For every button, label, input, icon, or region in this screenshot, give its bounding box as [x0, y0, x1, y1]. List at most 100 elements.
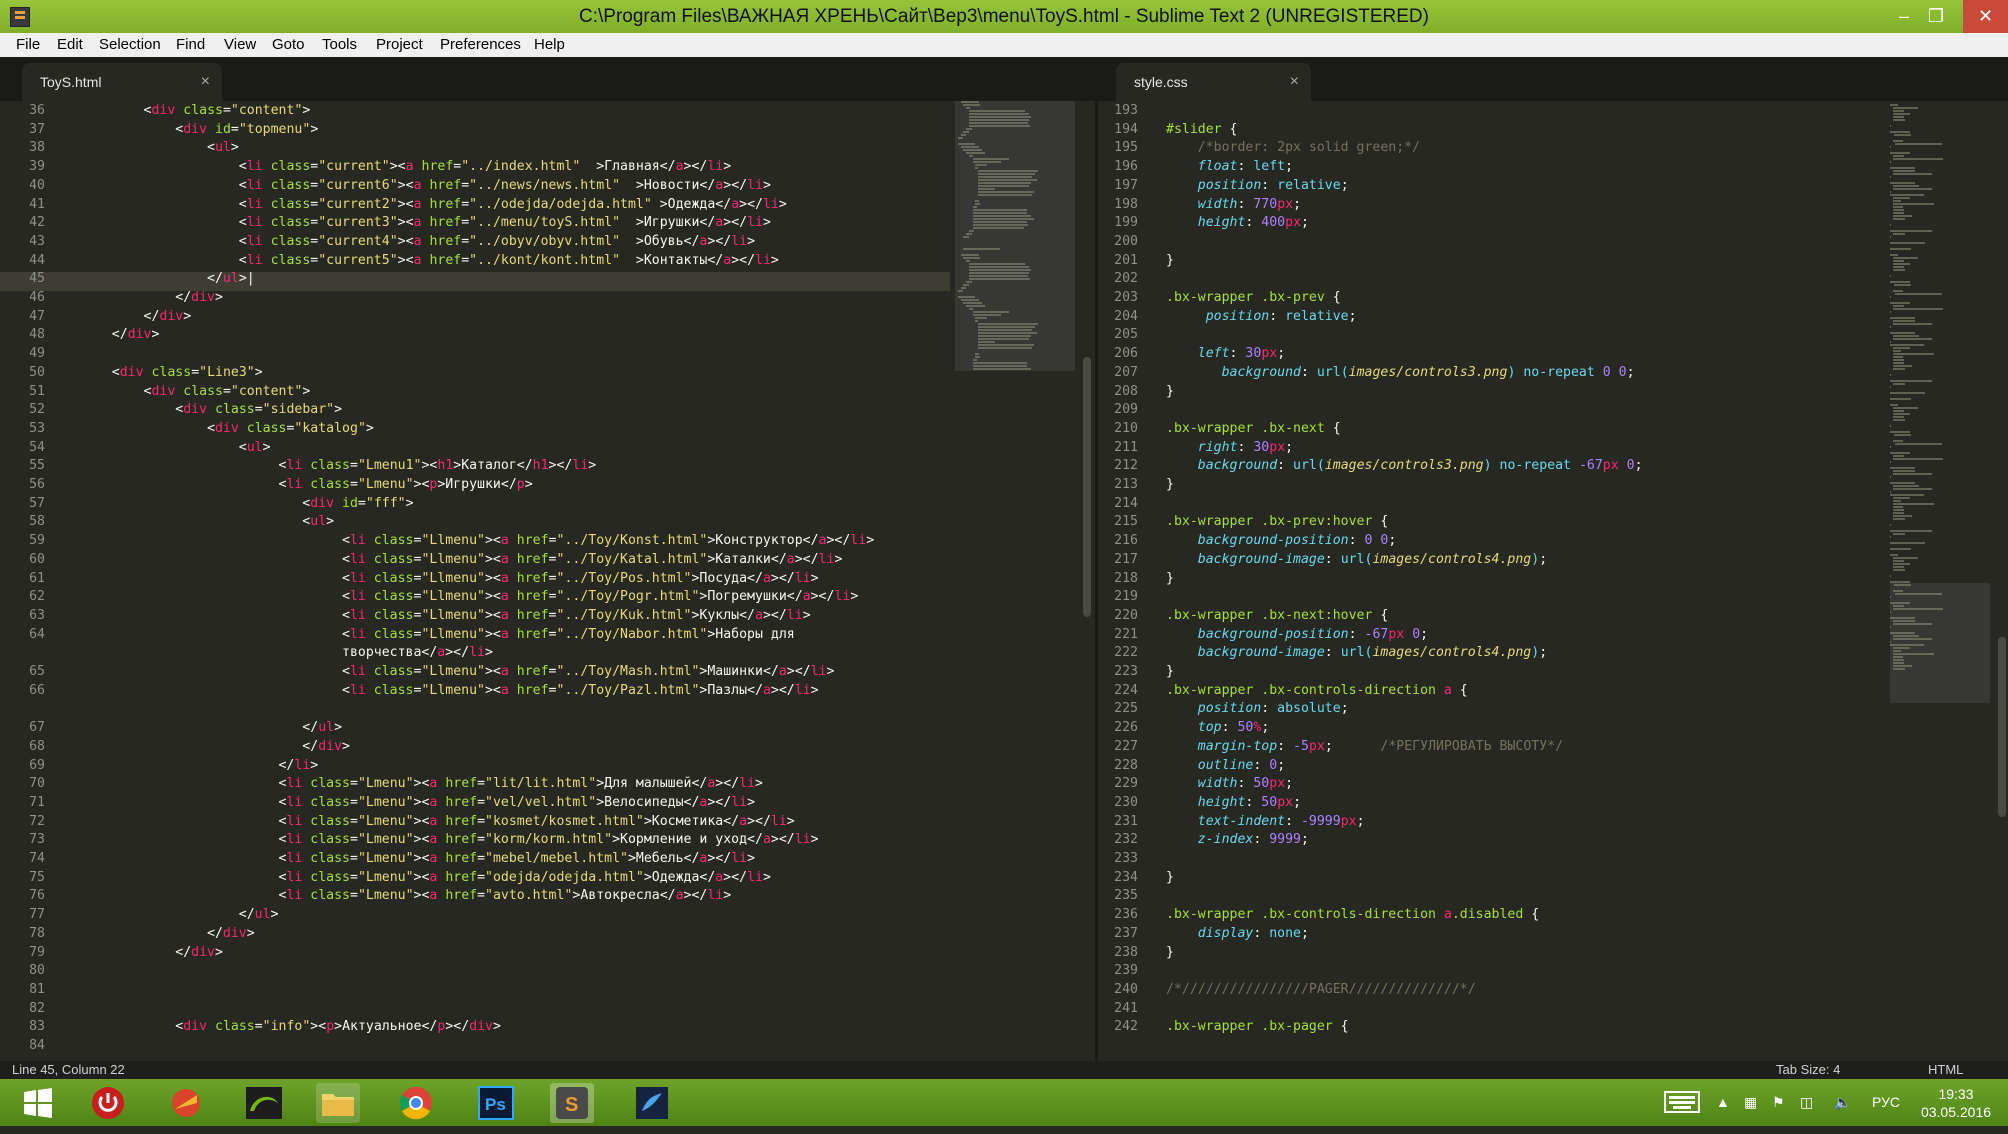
power-app-icon[interactable] — [86, 1083, 130, 1123]
code-token: { — [1372, 607, 1389, 623]
code-token: >< — [484, 664, 501, 679]
code-token: "vel/vel.html" — [485, 794, 597, 810]
code-token: li — [818, 551, 835, 567]
code-token: = — [222, 103, 231, 118]
code-token: href — [516, 589, 549, 605]
windows-flag-icon[interactable]: ▦ — [1744, 1079, 1757, 1126]
file-explorer-icon[interactable] — [316, 1083, 360, 1123]
code-token: url( — [1316, 364, 1349, 380]
syntax-mode[interactable]: HTML — [1928, 1061, 1963, 1079]
code-token: </ — [80, 907, 255, 923]
right-code-view[interactable]: 193 194 #slider {195 /*border: 2px solid g… — [1098, 101, 2008, 1061]
tab-size[interactable]: Tab Size: 4 — [1776, 1061, 1840, 1079]
app-blue-icon[interactable] — [630, 1083, 674, 1123]
tab-toys-html[interactable]: ToyS.html × — [22, 63, 222, 101]
minimap-line — [1892, 116, 1905, 118]
code-token: ></ — [683, 888, 708, 904]
line-number: 227 — [1114, 738, 1138, 754]
code-token: < — [80, 832, 287, 848]
code-token: li — [349, 570, 366, 586]
minimap-line — [1890, 446, 1891, 448]
code-token: 0 — [1602, 364, 1611, 380]
code-token: 0 — [1412, 626, 1421, 642]
code-token: : — [1237, 159, 1254, 175]
line-number: 61 — [29, 570, 45, 586]
start-button[interactable] — [16, 1083, 60, 1123]
minimap-line — [1892, 608, 1944, 610]
code-token: ></ — [794, 551, 819, 567]
code-token: = — [349, 851, 358, 866]
line-number: 79 — [29, 944, 45, 960]
menu-selection[interactable]: Selection — [99, 33, 161, 57]
minimap-line — [960, 299, 980, 301]
menu-goto[interactable]: Goto — [272, 33, 305, 57]
cursor-position[interactable]: Line 45, Column 22 — [12, 1061, 125, 1079]
code-token: div — [318, 738, 343, 754]
network-icon[interactable]: ◫ — [1800, 1079, 1813, 1126]
code-text: <li class="current4"><a href="../obyv/ob… — [80, 232, 755, 251]
close-tab-icon[interactable]: × — [201, 63, 210, 101]
ccleaner-icon[interactable] — [164, 1083, 208, 1123]
code-token: : — [1253, 925, 1270, 941]
close-button[interactable]: ✕ — [1963, 0, 2008, 33]
minimap-line — [960, 146, 980, 148]
code-token: ; — [1340, 177, 1349, 193]
code-token: li — [739, 776, 756, 792]
code-token: "mebel/mebel.html" — [485, 851, 628, 866]
show-hidden-icons-icon[interactable]: ▲ — [1716, 1079, 1730, 1126]
code-token: >Куклы</ — [691, 607, 756, 623]
left-minimap[interactable] — [955, 101, 1085, 1061]
menu-tools[interactable]: Tools — [322, 33, 357, 57]
clock[interactable]: 19:33 03.05.2016 — [1918, 1079, 1994, 1126]
minimap-viewport[interactable] — [1890, 583, 1990, 703]
line-number: 49 — [29, 346, 45, 362]
left-scrollbar[interactable] — [1083, 357, 1091, 617]
sublime-text-taskbar-icon[interactable]: S — [550, 1083, 594, 1123]
minimap-line — [1890, 311, 1891, 313]
minimap-line — [1890, 404, 1899, 406]
menu-preferences[interactable]: Preferences — [440, 33, 521, 57]
close-tab-icon[interactable]: × — [1290, 63, 1299, 101]
code-token: href — [429, 196, 462, 212]
menu-project[interactable]: Project — [376, 33, 423, 57]
menu-file[interactable]: File — [16, 33, 40, 57]
right-pane: style.css × 193 194 #slider {195 /*border:… — [1098, 57, 2008, 1061]
code-token: href — [445, 794, 478, 810]
input-language[interactable]: РУС — [1872, 1079, 1900, 1126]
line-number: 200 — [1114, 233, 1138, 249]
tab-style-css[interactable]: style.css × — [1116, 63, 1311, 101]
menu-help[interactable]: Help — [534, 33, 565, 57]
code-token: 0 — [1618, 364, 1627, 380]
action-center-icon[interactable]: ⚑ — [1772, 1079, 1785, 1126]
maximize-button[interactable]: ❐ — [1917, 0, 1955, 33]
menu-find[interactable]: Find — [176, 33, 205, 57]
right-minimap[interactable] — [1890, 101, 1998, 1061]
clock-date: 03.05.2016 — [1920, 1104, 1992, 1120]
minimap-line — [1892, 338, 1933, 340]
left-pane: ToyS.html × 36 <div class="content"> 37 <… — [0, 57, 1095, 1061]
minimap-line — [969, 275, 1028, 277]
minimap-line — [966, 260, 970, 262]
right-scrollbar[interactable] — [1998, 637, 2006, 817]
minimap-line — [1890, 236, 1891, 238]
code-text: <li class="Lmenu"><a href="odejda/odejda… — [80, 868, 770, 887]
minimap-line — [1892, 515, 1912, 517]
menu-view[interactable]: View — [224, 33, 256, 57]
menu-edit[interactable]: Edit — [57, 33, 83, 57]
line-number: 214 — [1114, 495, 1138, 511]
minimap-line — [1892, 140, 1903, 142]
volume-icon[interactable]: 🔈 — [1834, 1079, 1851, 1126]
left-code-view[interactable]: 36 <div class="content"> 37 <div id="topm… — [0, 101, 1095, 1061]
code-token: > — [214, 290, 223, 305]
keyboard-icon[interactable] — [1664, 1079, 1704, 1126]
minimap-line — [1892, 170, 1916, 172]
nvidia-icon[interactable] — [242, 1083, 286, 1123]
minimap-line — [1892, 203, 1935, 205]
chrome-icon[interactable] — [394, 1083, 438, 1123]
photoshop-icon[interactable]: Ps — [474, 1083, 518, 1123]
